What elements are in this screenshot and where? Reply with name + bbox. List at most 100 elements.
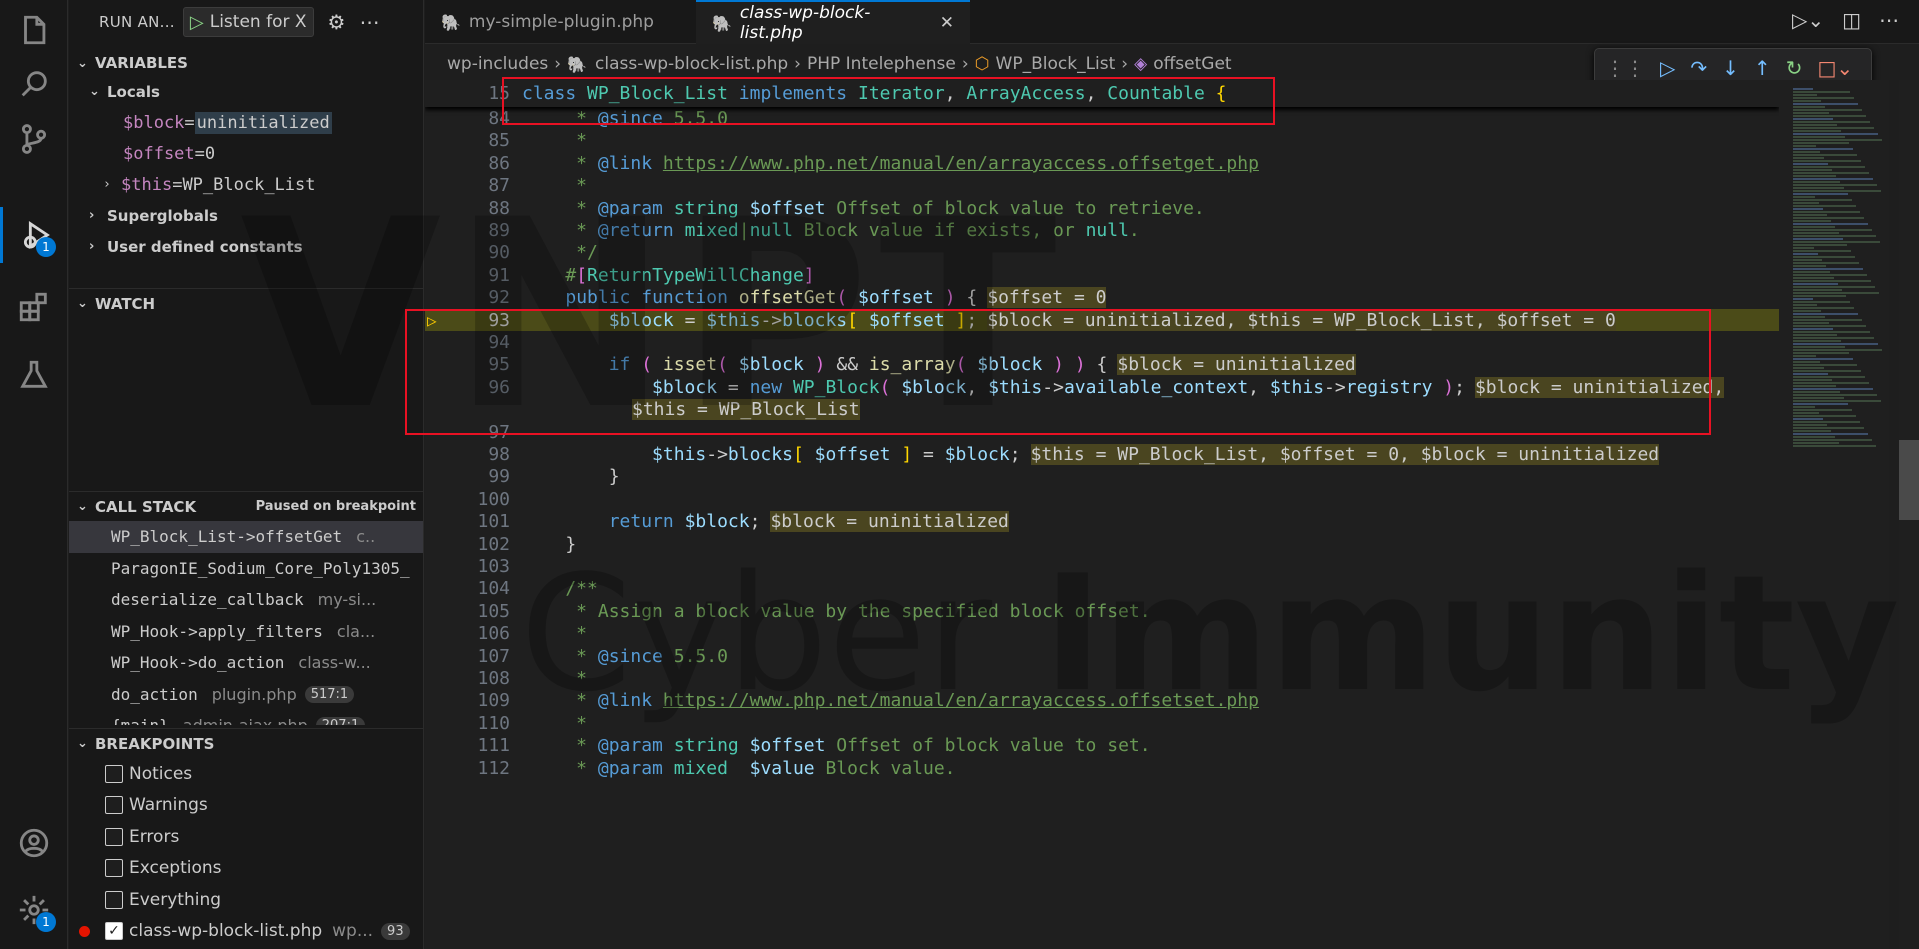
code-line[interactable]: 98 $this->blocks[ $offset ] = $block; $th… xyxy=(425,443,1779,466)
breakpoint-warnings[interactable]: Warnings xyxy=(69,790,423,822)
variable-block[interactable]: $block = uninitialized xyxy=(69,107,423,138)
call-stack-frame[interactable]: do_action plugin.php 517:1 xyxy=(69,679,423,711)
call-stack-frame[interactable]: {main} admin-ajax.php 207:1 xyxy=(69,710,423,725)
restart-icon[interactable]: ↻ xyxy=(1786,56,1803,80)
close-icon[interactable]: ✕ xyxy=(940,13,954,33)
code-line[interactable]: 87 * xyxy=(425,175,1779,197)
user-constants-scope[interactable]: › User defined constants xyxy=(69,231,423,262)
call-stack-frame[interactable]: WP_Hook->do_action class-w... xyxy=(69,647,423,679)
line-number[interactable]: 102 xyxy=(425,534,510,555)
line-number[interactable]: 99 xyxy=(425,466,510,487)
run-config-select[interactable]: ▷ Listen for X xyxy=(182,7,314,37)
code-line[interactable]: 103 xyxy=(425,555,1779,577)
code-line[interactable]: 110 * xyxy=(425,712,1779,734)
minimap[interactable] xyxy=(1779,80,1889,949)
more-actions-icon[interactable]: ⋯ xyxy=(359,10,379,34)
code-line[interactable]: 101 return $block; $block = uninitialized xyxy=(425,511,1779,533)
breadcrumb-file[interactable]: class-wp-block-list.php xyxy=(595,54,788,74)
step-out-icon[interactable]: ↑ xyxy=(1754,56,1771,80)
variables-section-header[interactable]: ⌄ VARIABLES xyxy=(69,50,423,76)
tab-my-simple-plugin[interactable]: 🐘 my-simple-plugin.php xyxy=(425,0,695,44)
breadcrumb-method[interactable]: offsetGet xyxy=(1153,54,1231,74)
code-line[interactable]: 99 } xyxy=(425,466,1779,488)
call-stack-frame[interactable]: WP_Hook->apply_filters cla... xyxy=(69,616,423,648)
line-number[interactable]: 92 xyxy=(425,287,510,308)
search-icon[interactable] xyxy=(0,56,68,112)
continue-icon[interactable]: ▷ xyxy=(1660,56,1675,80)
line-number[interactable]: 108 xyxy=(425,668,510,689)
code-editor[interactable]: 15 class WP_Block_List implements Iterat… xyxy=(425,80,1779,949)
variable-this[interactable]: › $this = WP_Block_List xyxy=(69,169,423,200)
line-number[interactable]: 89 xyxy=(425,220,510,241)
line-number[interactable]: 88 xyxy=(425,198,510,219)
breakpoint-exceptions[interactable]: Exceptions xyxy=(69,853,423,885)
breadcrumb-class[interactable]: WP_Block_List xyxy=(996,54,1116,74)
call-stack-frame[interactable]: WP_Block_List->offsetGet c.. xyxy=(69,521,423,553)
debug-settings-gear-icon[interactable]: ⚙ xyxy=(328,10,346,34)
line-number[interactable]: 105 xyxy=(425,601,510,622)
stop-icon[interactable]: □⌄ xyxy=(1817,56,1853,80)
locals-scope[interactable]: ⌄ Locals xyxy=(69,76,423,107)
breakpoint-errors[interactable]: Errors xyxy=(69,821,423,853)
scrollbar-thumb[interactable] xyxy=(1899,440,1919,520)
checkbox[interactable] xyxy=(105,796,123,815)
line-number[interactable]: 98 xyxy=(425,444,510,465)
call-stack-frame[interactable]: deserialize_callback my-si... xyxy=(69,584,423,616)
checkbox[interactable] xyxy=(105,890,123,909)
line-number[interactable]: 109 xyxy=(425,690,510,711)
code-line[interactable]: 105 * Assign a block value by the specif… xyxy=(425,600,1779,622)
account-icon[interactable] xyxy=(0,815,68,871)
line-number[interactable]: 100 xyxy=(425,489,510,510)
checkbox[interactable] xyxy=(105,859,123,878)
start-debugging-icon[interactable]: ▷ xyxy=(190,12,204,33)
line-number[interactable]: 91 xyxy=(425,265,510,286)
line-number[interactable]: 87 xyxy=(425,175,510,196)
run-file-icon[interactable]: ▷⌄ xyxy=(1792,8,1824,32)
code-line[interactable]: 89 * @return mixed|null Block value if e… xyxy=(425,219,1779,241)
line-number[interactable]: 90 xyxy=(425,242,510,263)
editor-scrollbar[interactable] xyxy=(1899,80,1919,949)
code-line[interactable]: 88 * @param string $offset Offset of blo… xyxy=(425,197,1779,219)
code-line[interactable]: 112 * @param mixed $value Block value. xyxy=(425,757,1779,779)
line-number[interactable]: 107 xyxy=(425,646,510,667)
line-number[interactable]: 84 xyxy=(425,108,510,129)
checkbox[interactable] xyxy=(105,764,123,783)
line-number[interactable]: 106 xyxy=(425,623,510,644)
testing-icon[interactable] xyxy=(0,347,68,403)
checkbox[interactable] xyxy=(105,827,123,846)
tab-class-wp-block-list[interactable]: 🐘 class-wp-block-list.php ✕ xyxy=(696,0,970,44)
step-into-icon[interactable]: ↓ xyxy=(1722,56,1739,80)
code-line[interactable]: 100 xyxy=(425,488,1779,510)
variable-offset[interactable]: $offset = 0 xyxy=(69,138,423,169)
code-line[interactable]: 92 public function offsetGet( $offset ) … xyxy=(425,287,1779,309)
line-number[interactable]: 112 xyxy=(425,758,510,779)
line-number[interactable]: 110 xyxy=(425,713,510,734)
line-number[interactable]: 86 xyxy=(425,153,510,174)
breakpoint-file[interactable]: ✓ class-wp-block-list.php wp... 93 xyxy=(69,916,423,948)
drag-handle-icon[interactable]: ⋮⋮ xyxy=(1605,56,1645,80)
source-control-icon[interactable] xyxy=(0,111,68,167)
more-actions-icon[interactable]: ⋯ xyxy=(1879,8,1899,32)
extensions-icon[interactable] xyxy=(0,279,68,335)
code-line[interactable]: 107 * @since 5.5.0 xyxy=(425,645,1779,667)
watch-section-header[interactable]: ⌄ WATCH xyxy=(69,288,423,318)
code-line[interactable]: 91 #[ReturnTypeWillChange] xyxy=(425,264,1779,286)
breakpoint-notices[interactable]: Notices xyxy=(69,758,423,790)
call-stack-section-header[interactable]: ⌄ CALL STACK Paused on breakpoint xyxy=(69,491,423,521)
line-number[interactable]: 85 xyxy=(425,130,510,151)
code-line[interactable]: 86 * @link https://www.php.net/manual/en… xyxy=(425,152,1779,174)
run-and-debug-icon[interactable]: 1 xyxy=(0,207,68,263)
breakpoints-section-header[interactable]: ⌄ BREAKPOINTS xyxy=(69,728,423,758)
split-editor-icon[interactable]: ◫ xyxy=(1842,8,1861,32)
code-line[interactable]: 106 * xyxy=(425,623,1779,645)
code-line[interactable]: 90 */ xyxy=(425,242,1779,264)
settings-gear-icon[interactable]: 1 xyxy=(0,882,68,938)
line-number[interactable]: 103 xyxy=(425,556,510,577)
code-line[interactable]: 108 * xyxy=(425,667,1779,689)
line-number[interactable]: 101 xyxy=(425,511,510,532)
breadcrumb-folder[interactable]: wp-includes xyxy=(447,54,548,74)
explorer-icon[interactable] xyxy=(0,2,68,58)
breadcrumb-language[interactable]: PHP Intelephense xyxy=(807,54,956,74)
code-line[interactable]: 85 * xyxy=(425,130,1779,152)
step-over-icon[interactable]: ↷ xyxy=(1690,56,1707,80)
